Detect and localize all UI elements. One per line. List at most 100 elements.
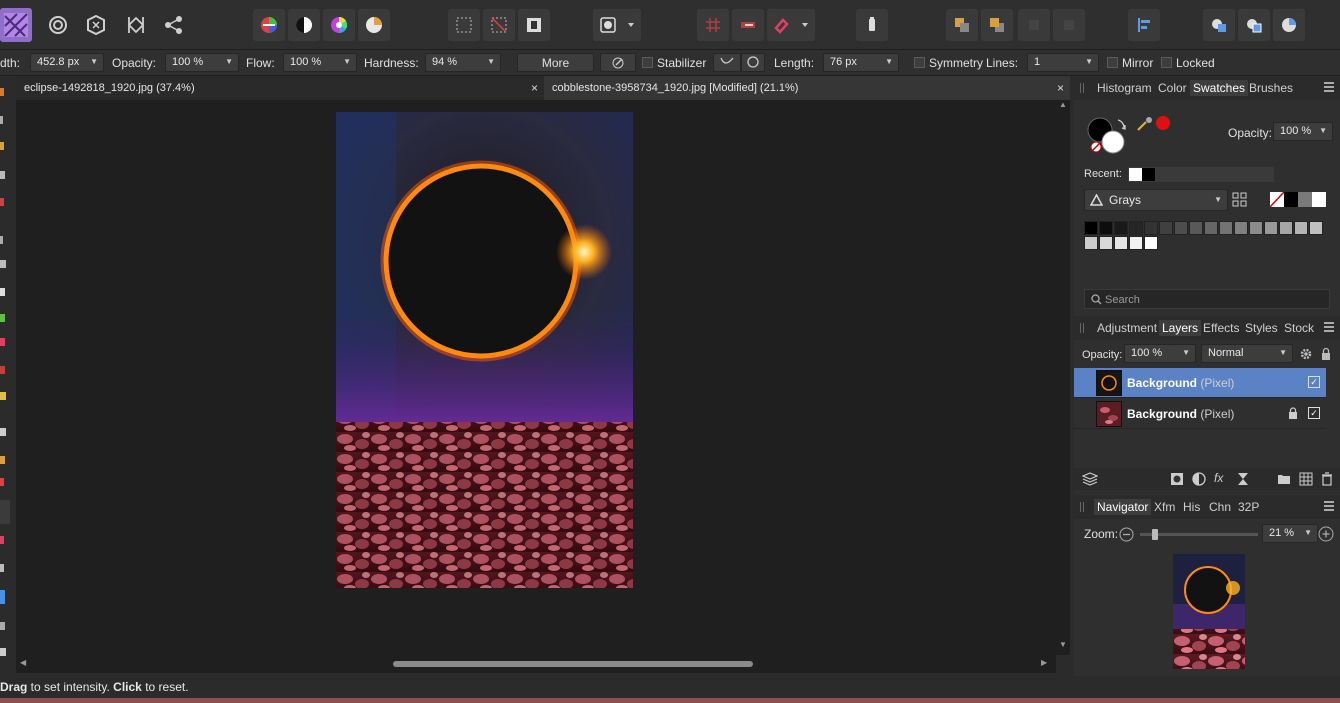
red-swatch[interactable] xyxy=(1156,116,1170,130)
swatch-cell[interactable] xyxy=(1189,221,1203,235)
tool-icon[interactable] xyxy=(0,428,6,436)
horizontal-scrollbar[interactable]: ◀ ▶ xyxy=(16,655,1056,673)
layer-row[interactable]: Background (Pixel) ✓ xyxy=(1074,368,1326,398)
panel-menu-icon[interactable] xyxy=(1324,501,1334,511)
photo-persona-icon[interactable] xyxy=(42,9,74,41)
color-picker-icon[interactable] xyxy=(1136,116,1154,132)
arrange-back-icon[interactable] xyxy=(946,9,978,41)
tab-history[interactable]: His xyxy=(1180,499,1203,515)
tool-icon[interactable] xyxy=(0,116,3,124)
black-white-icon[interactable] xyxy=(288,9,320,41)
tab-navigator[interactable]: Navigator xyxy=(1094,499,1152,515)
tool-icon[interactable] xyxy=(0,590,5,604)
symmetry-checkbox[interactable] xyxy=(914,57,925,68)
length-field[interactable]: 76 px ▼ xyxy=(823,53,899,72)
search-input[interactable]: Search xyxy=(1084,289,1330,309)
tool-icon[interactable] xyxy=(0,536,4,544)
hardness-field[interactable]: 94 % ▼ xyxy=(425,53,501,72)
document-image[interactable] xyxy=(336,112,633,588)
swatch-cell[interactable] xyxy=(1204,221,1218,235)
tab-layers[interactable]: Layers xyxy=(1159,320,1202,336)
align-icon[interactable] xyxy=(1128,9,1160,41)
stabilizer-checkbox[interactable] xyxy=(642,57,653,68)
navigator-preview[interactable] xyxy=(1173,554,1245,669)
app-logo-icon[interactable] xyxy=(0,8,32,42)
swatch-cell[interactable] xyxy=(1144,236,1158,250)
zoom-slider[interactable] xyxy=(1140,529,1258,540)
scroll-down-icon[interactable]: ▼ xyxy=(1059,640,1067,649)
tab-adjustment[interactable]: Adjustment xyxy=(1094,320,1160,336)
blend-mode-dropdown[interactable]: Normal ▼ xyxy=(1201,344,1293,363)
tab-histogram[interactable]: Histogram xyxy=(1094,80,1155,96)
tool-icon[interactable] xyxy=(0,236,3,244)
swatch-cell[interactable] xyxy=(1294,221,1308,235)
tab-color[interactable]: Color xyxy=(1155,80,1190,96)
tab-transform[interactable]: Xfm xyxy=(1151,499,1178,515)
fx-icon[interactable]: fx xyxy=(1214,471,1223,485)
tool-icon[interactable] xyxy=(0,478,4,486)
mirror-checkbox[interactable] xyxy=(1107,57,1118,68)
snapping-grid-icon[interactable] xyxy=(697,9,729,41)
swatch-cell[interactable] xyxy=(1084,236,1098,250)
scroll-right-icon[interactable]: ▶ xyxy=(1041,658,1047,667)
invert-selection-icon[interactable] xyxy=(518,9,550,41)
swatch-cell[interactable] xyxy=(1129,236,1143,250)
locked-checkbox[interactable] xyxy=(1161,57,1172,68)
palette-dropdown[interactable]: Grays ▼ xyxy=(1084,189,1228,211)
white-balance-icon[interactable] xyxy=(358,9,390,41)
lock-icon[interactable] xyxy=(1288,407,1298,419)
gray-swatch[interactable] xyxy=(1298,192,1312,207)
more-button[interactable]: More xyxy=(517,53,594,72)
tool-icon[interactable] xyxy=(0,314,5,322)
tab-cobblestone[interactable]: cobblestone-3958734_1920.jpg [Modified] … xyxy=(544,76,1070,100)
swatch-cell[interactable] xyxy=(1099,236,1113,250)
visibility-checkbox[interactable]: ✓ xyxy=(1308,376,1320,388)
flow-field[interactable]: 100 % ▼ xyxy=(283,53,357,72)
layers-stack-icon[interactable] xyxy=(1082,472,1098,486)
tool-icon[interactable] xyxy=(0,260,6,268)
tab-brushes[interactable]: Brushes xyxy=(1246,80,1296,96)
close-icon[interactable]: × xyxy=(1057,81,1064,95)
swatch-cell[interactable] xyxy=(1264,221,1278,235)
tab-channels[interactable]: Chn xyxy=(1206,499,1234,515)
quick-mask-icon[interactable] xyxy=(856,9,888,41)
rope-mode-button[interactable] xyxy=(713,53,741,72)
arrange-backward-icon[interactable] xyxy=(1053,9,1085,41)
snapping-magnet-icon[interactable] xyxy=(767,9,815,41)
tab-eclipse[interactable]: eclipse-1492818_1920.jpg (37.4%) × xyxy=(16,76,544,100)
opacity-field[interactable]: 100 % ▼ xyxy=(165,53,239,72)
swatch-cell[interactable] xyxy=(1279,221,1293,235)
trash-icon[interactable] xyxy=(1321,472,1333,486)
black-swatch[interactable] xyxy=(1284,192,1298,207)
marquee-select-icon[interactable] xyxy=(448,9,480,41)
scroll-left-icon[interactable]: ◀ xyxy=(20,658,26,667)
tool-icon[interactable] xyxy=(0,88,4,96)
tab-32p[interactable]: 32P xyxy=(1235,499,1262,515)
swatch-cell[interactable] xyxy=(1144,221,1158,235)
folder-icon[interactable] xyxy=(1277,472,1291,486)
brush-mode-dropdown[interactable] xyxy=(593,9,641,41)
recent-swatch[interactable] xyxy=(1129,168,1142,181)
snapping-guides-icon[interactable] xyxy=(732,9,764,41)
swatch-cell[interactable] xyxy=(1234,221,1248,235)
no-fill-swatch[interactable] xyxy=(1269,191,1285,208)
close-icon[interactable]: × xyxy=(531,81,538,95)
tab-effects[interactable]: Effects xyxy=(1200,320,1242,336)
vertical-scrollbar[interactable]: ▲ ▼ xyxy=(1056,100,1070,655)
tool-icon[interactable] xyxy=(0,288,5,296)
export-persona-icon[interactable] xyxy=(158,9,190,41)
swatch-cell[interactable] xyxy=(1129,221,1143,235)
tool-icon[interactable] xyxy=(0,338,5,346)
zoom-slider-thumb[interactable] xyxy=(1152,529,1158,540)
swatch-cell[interactable] xyxy=(1219,221,1233,235)
zoom-out-icon[interactable] xyxy=(1119,527,1134,542)
palette-grid-icon[interactable] xyxy=(1232,192,1248,208)
tab-styles[interactable]: Styles xyxy=(1242,320,1281,336)
boolean-intersect-icon[interactable] xyxy=(1273,9,1305,41)
visibility-checkbox[interactable]: ✓ xyxy=(1308,407,1320,419)
paint-brush-tool-icon[interactable] xyxy=(0,500,10,524)
width-field[interactable]: 452.8 px ▼ xyxy=(30,53,104,72)
tab-swatches[interactable]: Swatches xyxy=(1190,80,1249,96)
white-swatch[interactable] xyxy=(1312,192,1326,207)
liquify-persona-icon[interactable] xyxy=(80,9,112,41)
